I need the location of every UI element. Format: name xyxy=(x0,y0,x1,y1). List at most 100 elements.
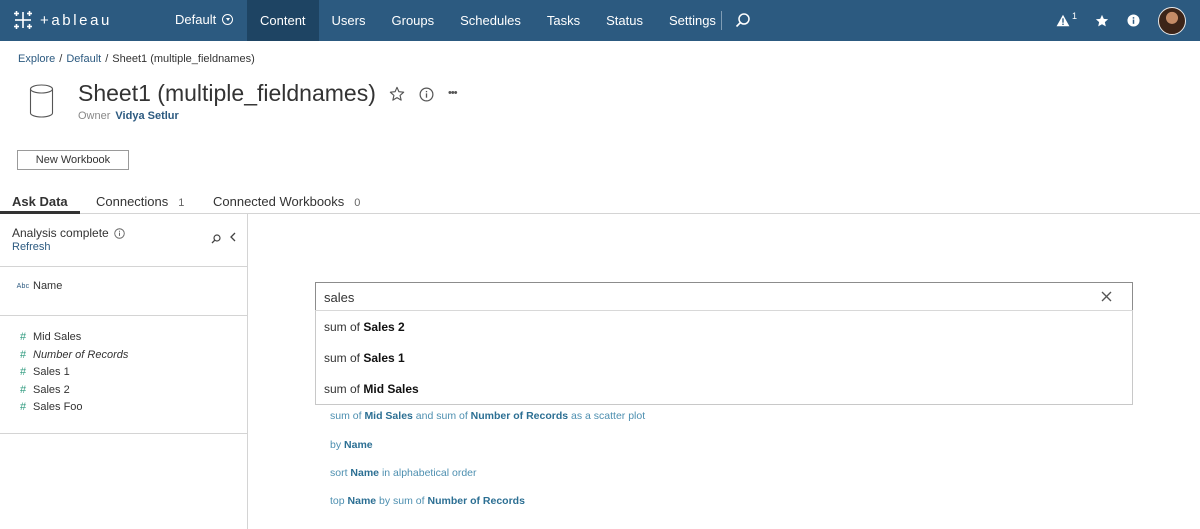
tab-connections-label: Connections xyxy=(96,194,169,209)
suggestion-text: sum of xyxy=(330,410,365,422)
tab-connected-workbooks-label: Connected Workbooks xyxy=(213,194,345,209)
search-icon[interactable] xyxy=(735,12,751,33)
clear-icon[interactable] xyxy=(1101,291,1112,302)
tableau-logo[interactable]: +ableau xyxy=(12,10,112,30)
option-field: Sales 1 xyxy=(363,351,405,365)
suggestion-field: Number of Records xyxy=(470,410,569,422)
alert-count: 1 xyxy=(1071,11,1077,21)
nav-item-tasks[interactable]: Tasks xyxy=(534,0,593,41)
owner-name-link[interactable]: Vidya Setlur xyxy=(115,110,178,122)
suggestion-text: as a scatter plot xyxy=(568,410,646,422)
new-workbook-button[interactable]: New Workbook xyxy=(17,150,129,170)
suggestion-text: in alphabetical order xyxy=(379,467,477,479)
field-measure[interactable]: # Mid Sales xyxy=(15,331,81,343)
breadcrumb-current: Sheet1 (multiple_fieldnames) xyxy=(112,53,255,65)
info-icon[interactable] xyxy=(113,227,125,239)
site-name: Default xyxy=(175,12,217,27)
tab-ask-data[interactable]: Ask Data xyxy=(12,194,68,209)
suggested-question[interactable]: by Name xyxy=(330,439,373,451)
nav-item-schedules[interactable]: Schedules xyxy=(447,0,534,41)
number-type-icon: # xyxy=(19,331,27,343)
option-field: Sales 2 xyxy=(363,320,405,334)
chevron-down-icon xyxy=(222,14,234,25)
field-label: Name xyxy=(33,280,63,292)
suggestion-field: Name xyxy=(344,439,373,451)
tab-connected-workbooks[interactable]: Connected Workbooks 0 xyxy=(213,194,360,209)
suggested-question[interactable]: sort Name in alphabetical order xyxy=(330,467,477,479)
owner-label: Owner xyxy=(78,110,111,122)
more-actions-icon[interactable]: ••• xyxy=(448,87,458,99)
breadcrumb-explore[interactable]: Explore xyxy=(18,53,55,65)
search-fields-icon[interactable] xyxy=(211,231,221,249)
info-icon[interactable] xyxy=(419,87,434,102)
tab-connections[interactable]: Connections 1 xyxy=(96,194,184,209)
option-field: Mid Sales xyxy=(363,382,419,396)
user-avatar[interactable] xyxy=(1158,6,1186,35)
suggestion-field: Name xyxy=(347,495,377,507)
suggestion-field: Number of Records xyxy=(427,495,525,507)
suggestion-text: top xyxy=(330,495,348,507)
title-actions: ••• xyxy=(389,86,458,102)
nav-item-content[interactable]: Content xyxy=(247,0,319,41)
suggested-question[interactable]: top Name by sum of Number of Records xyxy=(330,495,525,507)
tab-connected-workbooks-count: 0 xyxy=(354,197,361,209)
autocomplete-option[interactable]: sum of Sales 1 xyxy=(324,351,405,365)
alerts-button[interactable]: 1 xyxy=(1056,11,1077,27)
tableau-mark-icon xyxy=(14,11,32,29)
nav-menu: Content Users Groups Schedules Tasks Status Se… xyxy=(247,0,729,41)
page-title: Sheet1 (multiple_fieldnames) xyxy=(78,80,376,106)
panel-divider xyxy=(0,315,247,316)
favorites-star-icon[interactable] xyxy=(1095,14,1109,28)
suggestion-field: Name xyxy=(350,467,380,479)
number-type-icon: # xyxy=(19,401,27,414)
refresh-link[interactable]: Refresh xyxy=(12,241,51,253)
panel-divider xyxy=(0,266,247,267)
ask-data-search-input[interactable] xyxy=(324,288,1084,306)
analysis-status-text: Analysis complete xyxy=(12,226,109,240)
nav-right-tools: 1 xyxy=(1056,0,1186,41)
field-label: Number of Records xyxy=(33,348,129,361)
tab-connections-count: 1 xyxy=(178,197,185,209)
panel-divider xyxy=(0,433,247,434)
option-prefix: sum of xyxy=(324,382,364,396)
suggestion-text: sort xyxy=(330,467,351,479)
datasource-cylinder-icon xyxy=(29,84,54,123)
breadcrumb-separator: / xyxy=(59,53,63,65)
analysis-status: Analysis complete xyxy=(12,226,125,240)
field-measure[interactable]: # Sales Foo xyxy=(15,401,83,413)
site-selector[interactable]: Default xyxy=(175,12,234,27)
field-measure[interactable]: # Sales 1 xyxy=(15,366,70,378)
tab-ask-data-label: Ask Data xyxy=(12,194,68,209)
field-dimension[interactable]: Abc Name xyxy=(15,280,63,292)
suggestion-text: and sum of xyxy=(412,410,471,422)
option-prefix: sum of xyxy=(324,320,364,334)
breadcrumb: Explore / Default / Sheet1 (multiple_fie… xyxy=(18,53,255,65)
nav-item-groups[interactable]: Groups xyxy=(379,0,448,41)
suggestion-field: Mid Sales xyxy=(364,410,413,422)
collapse-panel-chevron-icon[interactable] xyxy=(229,230,237,248)
nav-item-users[interactable]: Users xyxy=(319,0,379,41)
breadcrumb-site[interactable]: Default xyxy=(66,53,101,65)
favorite-star-icon[interactable] xyxy=(389,86,405,102)
autocomplete-option[interactable]: sum of Sales 2 xyxy=(324,320,405,334)
suggested-question[interactable]: sum of Mid Sales and sum of Number of Re… xyxy=(330,410,645,422)
warning-icon xyxy=(1056,14,1070,27)
fields-panel: Analysis complete Refresh Abc Name # Mid S… xyxy=(0,214,248,529)
autocomplete-option[interactable]: sum of Mid Sales xyxy=(324,382,419,396)
tab-bar: Ask Data Connections 1 Connected Workbook… xyxy=(0,192,1200,214)
breadcrumb-separator: / xyxy=(105,53,109,65)
number-type-icon: # xyxy=(19,383,27,396)
nav-item-settings[interactable]: Settings xyxy=(656,0,729,41)
field-label: Sales 2 xyxy=(33,383,70,396)
field-measure[interactable]: # Sales 2 xyxy=(15,384,70,396)
autocomplete-dropdown: sum of Sales 2 sum of Sales 1 sum of Mid S… xyxy=(315,310,1133,405)
field-measure[interactable]: # Number of Records xyxy=(15,349,128,361)
suggestion-text: by xyxy=(330,439,345,451)
ask-data-search-box xyxy=(315,282,1133,311)
suggestion-text: by sum of xyxy=(376,495,428,507)
info-icon[interactable] xyxy=(1127,14,1140,27)
number-type-icon: # xyxy=(19,366,27,379)
nav-item-status[interactable]: Status xyxy=(593,0,656,41)
field-label: Mid Sales xyxy=(33,331,82,343)
calculated-number-icon: # xyxy=(19,348,27,361)
